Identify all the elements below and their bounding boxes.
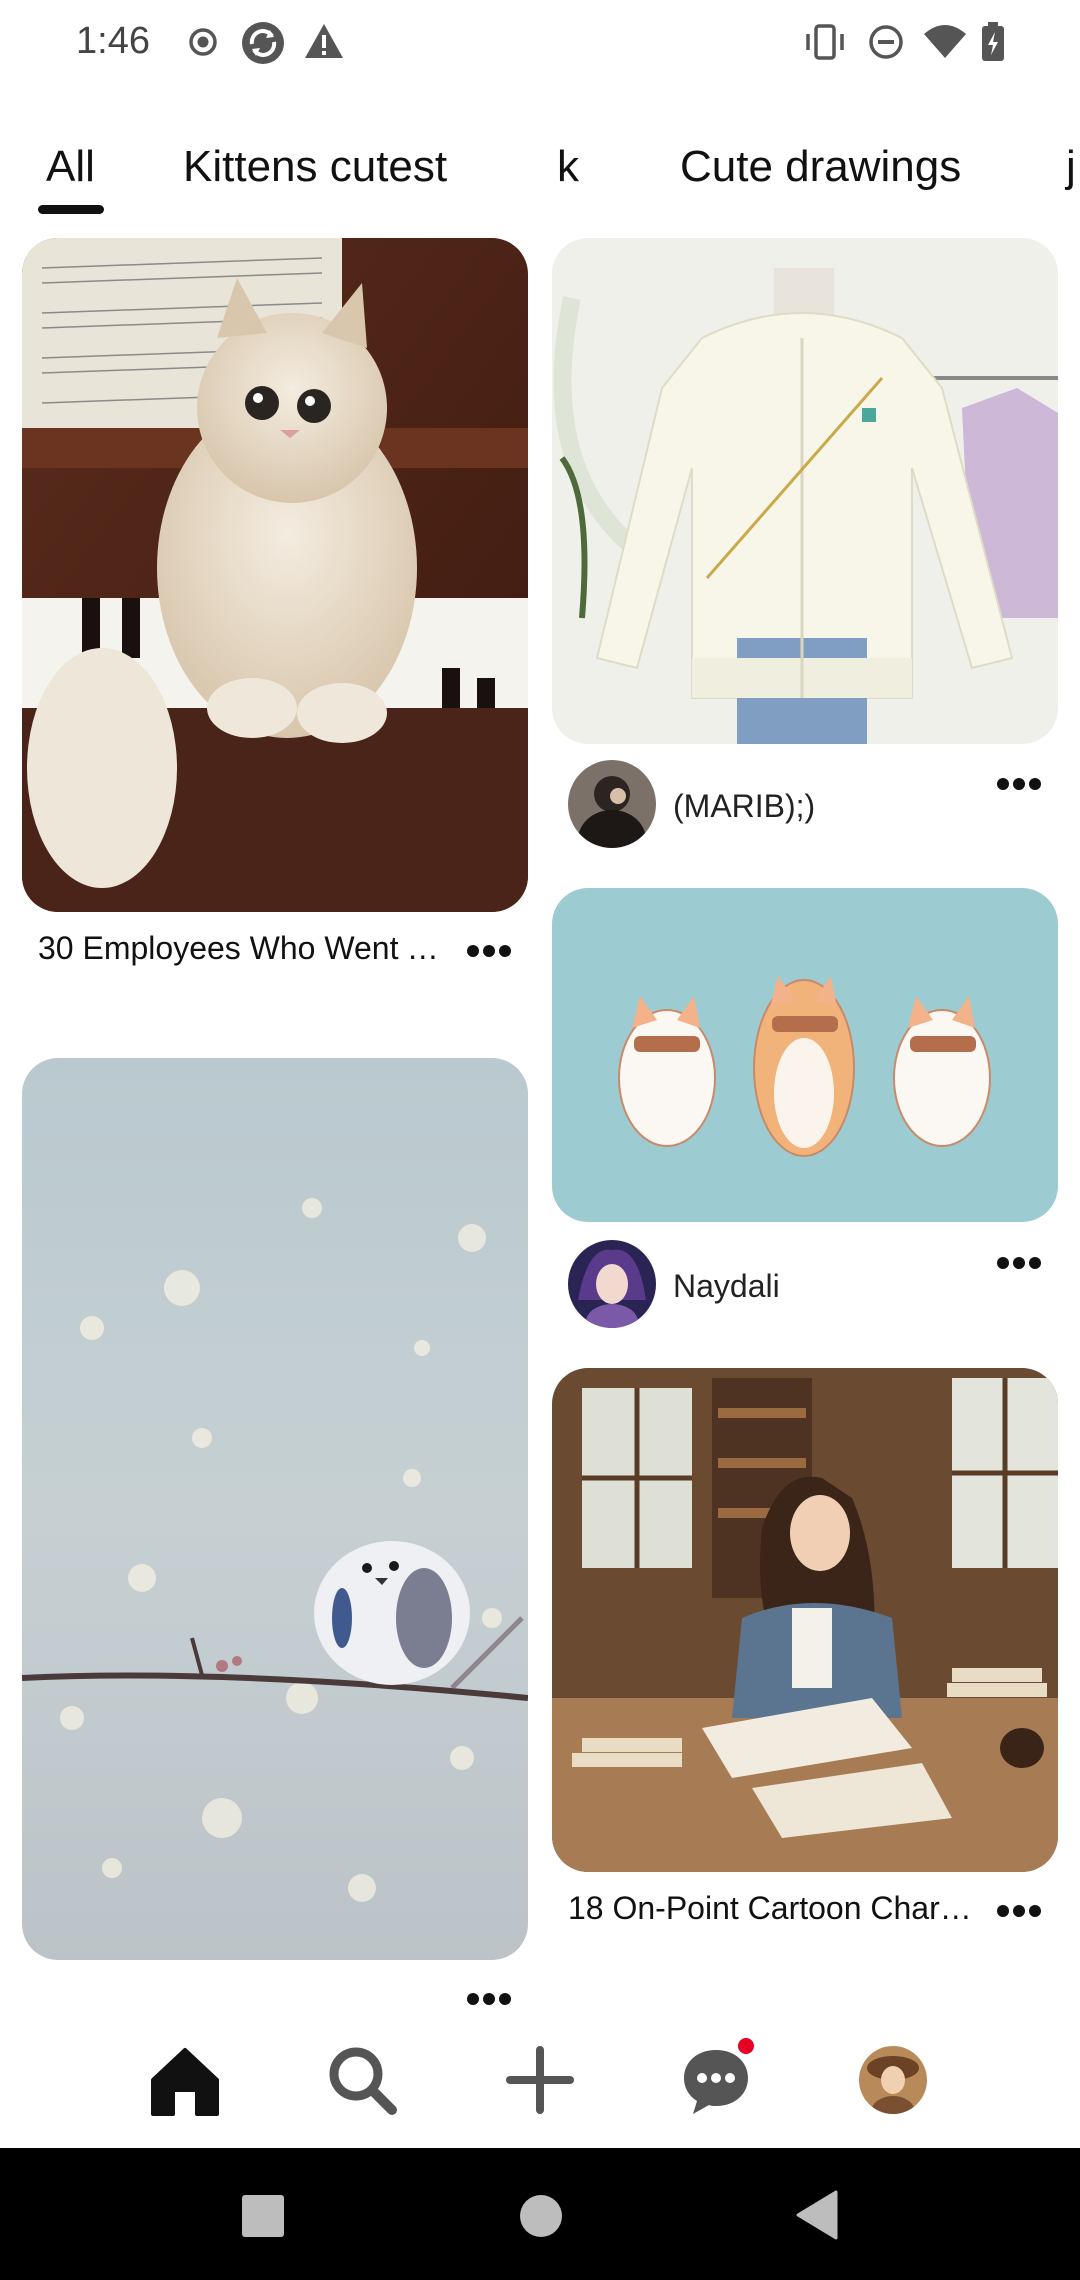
avatar-marib[interactable] — [568, 760, 656, 848]
do-not-disturb-icon — [869, 25, 903, 59]
author-name[interactable]: (MARIB);) — [673, 788, 815, 825]
pin-title[interactable]: 30 Employees Who Went The Extra Mile Jus… — [38, 928, 458, 968]
messages-notification-badge — [735, 2035, 757, 2057]
pin-image-hoodie[interactable] — [552, 238, 1058, 744]
pin-title[interactable]: 18 On-Point Cartoon Characters Recreated… — [568, 1888, 988, 1928]
battery-charging-icon — [982, 22, 1004, 61]
avatar-naydali[interactable] — [568, 1240, 656, 1328]
create-icon[interactable] — [500, 2040, 580, 2120]
back-icon[interactable] — [796, 2190, 838, 2240]
tab-all[interactable]: All — [46, 142, 95, 192]
more-options-icon[interactable] — [996, 1904, 1042, 1918]
pin-image-cats[interactable] — [552, 888, 1058, 1222]
record-icon — [189, 28, 217, 56]
sync-icon — [242, 22, 284, 64]
search-icon[interactable] — [322, 2040, 402, 2120]
more-options-icon[interactable] — [466, 1992, 512, 2006]
warning-icon — [305, 24, 343, 58]
more-options-icon[interactable] — [996, 1256, 1042, 1270]
author-name[interactable]: Naydali — [673, 1268, 780, 1305]
more-options-icon[interactable] — [996, 777, 1042, 791]
vibrate-icon — [806, 24, 844, 60]
wifi-icon — [924, 25, 966, 58]
home-icon[interactable] — [145, 2040, 225, 2120]
status-time: 1:46 — [76, 20, 150, 62]
pin-image-library[interactable] — [552, 1368, 1058, 1872]
tab-selected-indicator — [38, 205, 104, 214]
tab-j[interactable]: j — [1066, 142, 1076, 192]
tab-cute-drawings[interactable]: Cute drawings — [680, 142, 961, 192]
profile-avatar[interactable] — [859, 2046, 927, 2114]
tab-k[interactable]: k — [557, 142, 579, 192]
home-icon[interactable] — [520, 2195, 562, 2237]
tab-kittens-cutest[interactable]: Kittens cutest — [183, 142, 447, 192]
pin-image-kitten[interactable] — [22, 238, 528, 912]
more-options-icon[interactable] — [466, 944, 512, 958]
recents-icon[interactable] — [242, 2195, 284, 2237]
pin-image-bird[interactable] — [22, 1058, 528, 1960]
